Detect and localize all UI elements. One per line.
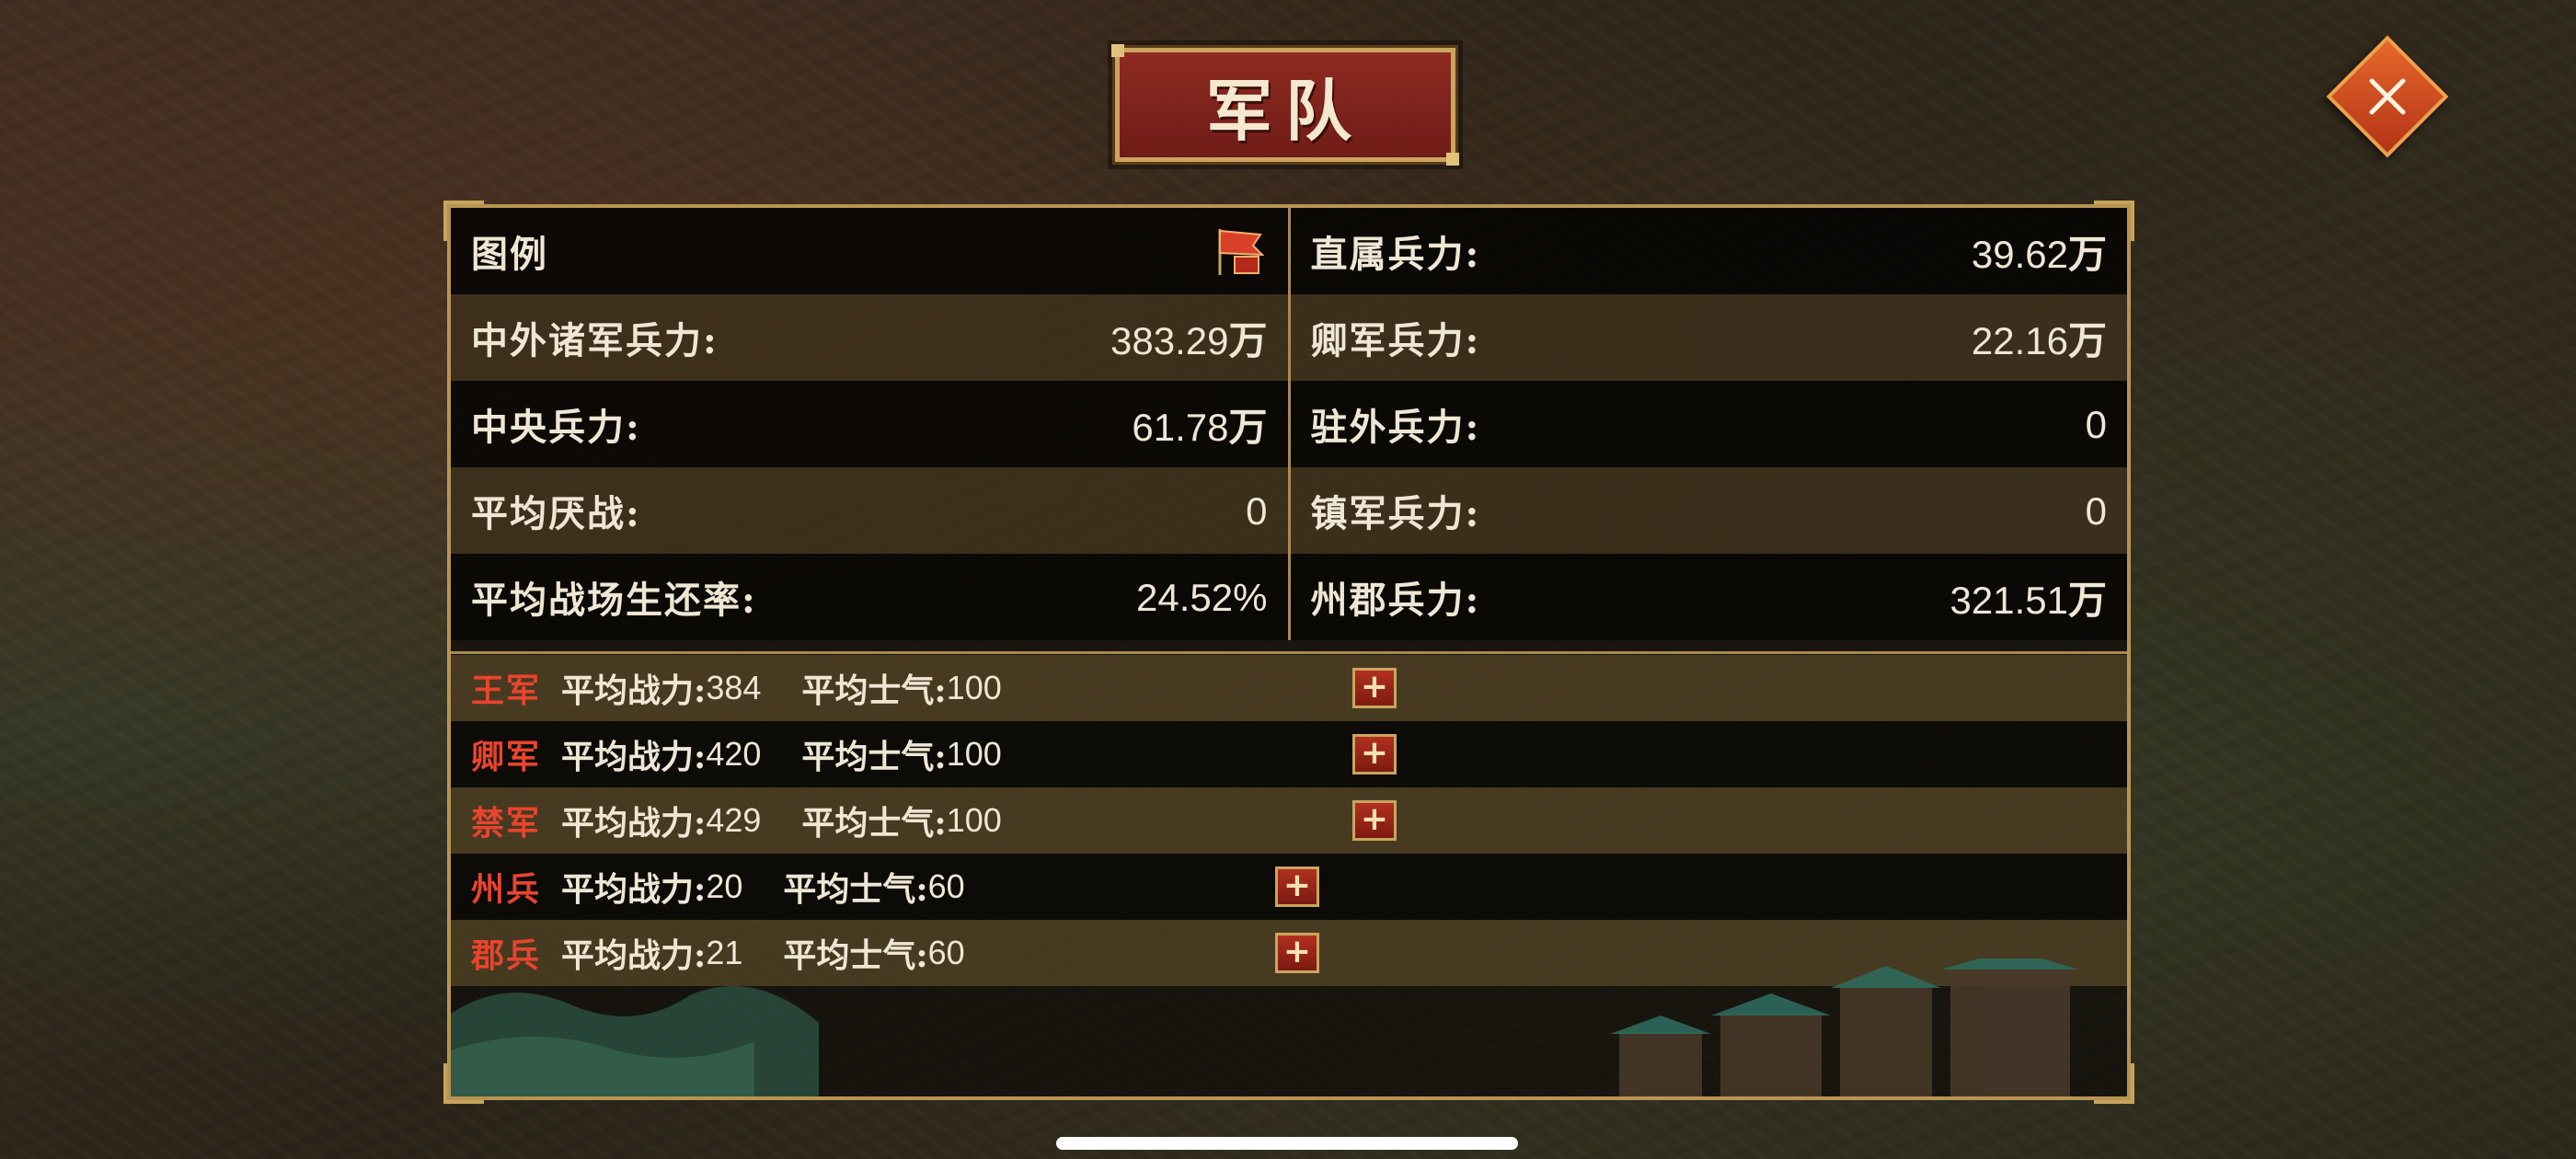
morale-value: 60 [927,867,965,905]
stat-value: 0 [1246,488,1268,533]
close-icon [2369,78,2406,115]
page-title: 军队 [1205,71,1364,150]
morale-label: 平均士气: [801,738,947,776]
stat-value: 0 [2085,402,2107,446]
stat-label: 中央兵力: [471,406,641,449]
power-label: 平均战力: [561,671,707,710]
stat-value: 61.78万 [1132,404,1268,450]
stats-row: 图例 直属兵力: 39.62万 [451,208,2127,294]
army-row: 禁军 平均战力: 429 平均士气: 100 + [451,787,2127,854]
army-row: 王军 平均战力: 384 平均士气: 100 + [451,655,2127,721]
stat-cell: 平均厌战: 0 [451,467,1291,554]
stats-row: 平均战场生还率: 24.52% 州郡兵力: 321.51万 [451,554,2127,640]
stat-value: 0 [2085,488,2107,533]
army-list: 王军 平均战力: 384 平均士气: 100 + 卿军 平均战力: 420 平均… [451,655,2127,986]
stats-row: 平均厌战: 0 镇军兵力: 0 [451,467,2127,554]
army-name: 卿军 [471,738,542,776]
stat-label: 直属兵力: [1310,233,1481,276]
stat-value: 24.52% [1136,575,1268,619]
stat-label: 卿军兵力: [1310,319,1481,362]
stat-cell: 驻外兵力: 0 [1291,381,2128,467]
morale-value: 100 [946,735,1002,773]
power-value: 420 [706,735,762,773]
home-indicator[interactable] [1056,1137,1518,1150]
army-row: 卿军 平均战力: 420 平均士气: 100 + [451,721,2127,787]
morale-label: 平均士气: [801,671,947,710]
stats-row: 中外诸军兵力: 383.29万 卿军兵力: 22.16万 [451,294,2127,381]
stat-value: 39.62万 [1971,231,2107,277]
stat-cell: 直属兵力: 39.62万 [1291,208,2128,294]
add-button[interactable]: + [1352,668,1397,708]
stat-cell: 镇军兵力: 0 [1291,467,2128,554]
stat-cell: 中外诸军兵力: 383.29万 [451,294,1291,381]
morale-value: 100 [946,669,1002,706]
stat-label: 平均厌战: [471,492,641,535]
army-name: 禁军 [471,804,542,843]
title-banner: 军队 [1111,44,1459,166]
stat-value: 321.51万 [1949,577,2107,623]
army-panel: 图例 直属兵力: 39.62万 中外诸军兵力: 383.29万 卿军兵力: 22… [443,201,2134,1104]
power-label: 平均战力: [561,738,707,776]
palace-scenery [451,958,2079,1096]
add-button[interactable]: + [1352,734,1397,775]
stat-label: 镇军兵力: [1310,492,1481,535]
legend-cell[interactable]: 图例 [451,208,1291,294]
stat-cell: 州郡兵力: 321.51万 [1291,554,2128,640]
stat-value: 383.29万 [1110,317,1268,363]
power-label: 平均战力: [561,870,707,909]
stat-label: 州郡兵力: [1310,579,1481,622]
army-row: 州兵 平均战力: 20 平均士气: 60 + [451,854,2127,920]
stat-value: 22.16万 [1971,317,2107,363]
stat-cell: 卿军兵力: 22.16万 [1291,294,2128,381]
stat-label: 平均战场生还率: [471,579,757,622]
army-name: 州兵 [471,870,542,909]
stats-row: 中央兵力: 61.78万 驻外兵力: 0 [451,381,2127,467]
power-label: 平均战力: [561,804,707,843]
add-button[interactable]: + [1275,866,1319,907]
power-value: 429 [706,801,762,839]
stat-cell: 平均战场生还率: 24.52% [451,554,1291,640]
divider [451,651,2127,654]
add-button[interactable]: + [1352,800,1397,841]
morale-label: 平均士气: [783,870,928,909]
power-value: 20 [706,867,743,905]
stats-table: 图例 直属兵力: 39.62万 中外诸军兵力: 383.29万 卿军兵力: 22… [451,208,2127,640]
morale-label: 平均士气: [801,804,947,843]
morale-value: 100 [946,801,1002,839]
legend-flag-icon[interactable] [1213,225,1268,277]
stat-label: 图例 [471,233,548,276]
power-value: 384 [706,669,762,706]
stat-cell: 中央兵力: 61.78万 [451,381,1291,467]
army-name: 王军 [471,671,542,710]
stat-label: 驻外兵力: [1310,406,1481,449]
stat-label: 中外诸军兵力: [471,319,719,362]
